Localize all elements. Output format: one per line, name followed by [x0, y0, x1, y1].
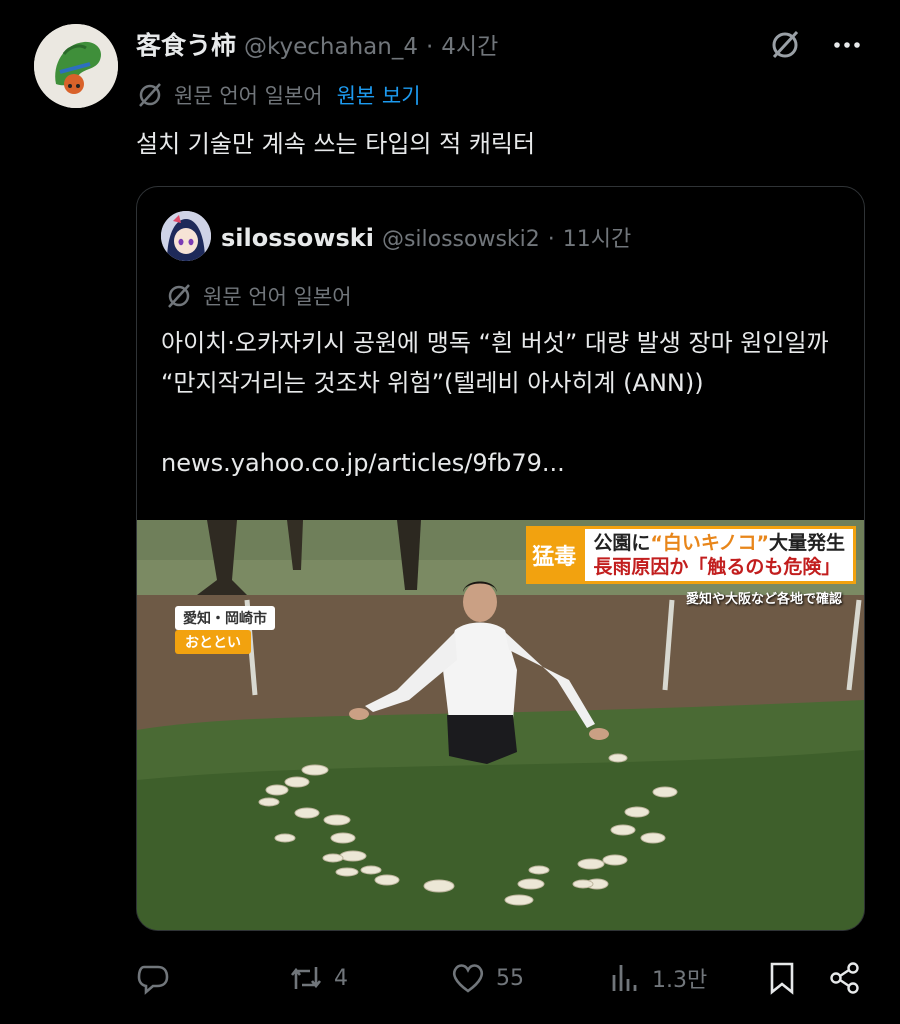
quoted-author-handle[interactable]: @silossowski2 — [382, 227, 540, 252]
quoted-author-name[interactable]: silossowski — [221, 224, 374, 252]
quoted-translation-label: 원문 언어 일본어 — [203, 285, 352, 309]
separator-dot: · — [425, 34, 434, 60]
quoted-post[interactable]: silossowski @silossowski2 · 11시간 원문 언어 일… — [136, 186, 865, 931]
like-button[interactable]: 55 — [450, 956, 524, 1000]
bookmark-icon — [770, 962, 794, 995]
author-avatar[interactable] — [34, 24, 118, 108]
view-count: 1.3만 — [652, 968, 708, 993]
like-count: 55 — [496, 965, 524, 991]
quoted-post-link[interactable]: news.yahoo.co.jp/articles/9fb79... — [161, 449, 565, 477]
quoted-author-avatar[interactable] — [161, 211, 211, 261]
show-original-link[interactable]: 원본 보기 — [337, 80, 421, 110]
quoted-post-image[interactable]: 猛毒 公園に“白いキノコ”大量発生 長雨原因か「触るのも危険」 愛知や大阪など各… — [137, 520, 864, 930]
translation-label: 원문 언어 일본어 — [174, 84, 323, 108]
image-sub-caption: 愛知や大阪など各地で確認 — [685, 592, 842, 607]
quoted-post-time[interactable]: 11시간 — [563, 221, 631, 253]
post-actions: 4 55 1.3만 — [136, 956, 866, 1000]
views-icon — [612, 965, 637, 991]
author-handle[interactable]: @kyechahan_4 — [244, 34, 418, 60]
banner-line-2: 長雨原因か「触るのも危険」 — [593, 556, 841, 578]
share-icon — [830, 962, 859, 994]
post-header: 客食う柿 @kyechahan_4 · 4시간 — [136, 26, 498, 62]
views-button[interactable]: 1.3만 — [608, 956, 707, 1000]
repost-count: 4 — [334, 965, 348, 991]
translate-icon[interactable] — [768, 28, 802, 62]
location-label: 愛知・岡崎市 — [175, 606, 275, 630]
quoted-translation-notice: 원문 언어 일본어 — [165, 281, 352, 311]
post-text: 설치 기술만 계속 쓰는 타입의 적 캐릭터 — [136, 130, 536, 158]
heart-icon — [452, 964, 484, 993]
reply-button[interactable] — [136, 956, 180, 1000]
news-banner: 猛毒 公園に“白いキノコ”大量発生 長雨原因か「触るのも危険」 — [526, 526, 856, 584]
translate-icon — [139, 83, 161, 107]
more-icon[interactable] — [830, 28, 864, 62]
reply-icon — [137, 965, 169, 995]
quoted-post-text: 아이치·오카자키시 공원에 맹독 “흰 버섯” 대량 발생 장마 원인일까 “만… — [161, 329, 829, 397]
date-label: おととい — [175, 630, 251, 654]
share-button[interactable] — [828, 956, 862, 1000]
translate-icon — [168, 284, 190, 308]
author-name[interactable]: 客食う柿 — [136, 26, 236, 62]
repost-button[interactable]: 4 — [288, 956, 348, 1000]
bookmark-button[interactable] — [766, 956, 798, 1000]
post-time[interactable]: 4시간 — [441, 27, 498, 61]
banner-tag: 猛毒 — [526, 526, 583, 584]
quoted-post-header: silossowski @silossowski2 · 11시간 — [221, 221, 631, 253]
repost-icon — [290, 967, 322, 989]
separator-dot: · — [547, 227, 555, 252]
post-top-actions — [768, 28, 864, 62]
translation-notice: 원문 언어 일본어 원본 보기 — [136, 80, 421, 110]
